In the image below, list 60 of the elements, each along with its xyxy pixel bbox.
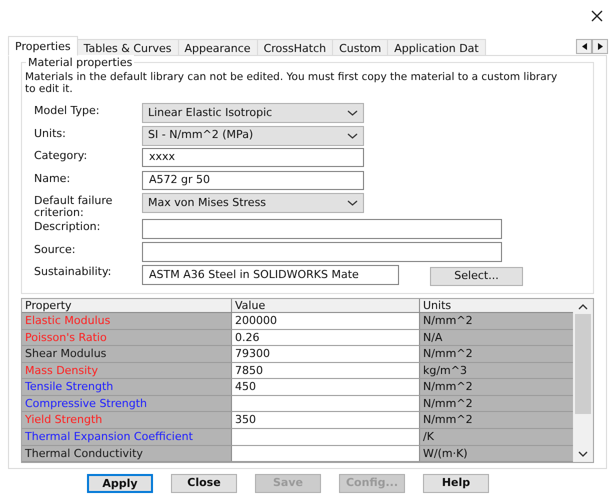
property-name: Shear Modulus xyxy=(25,347,106,360)
tab[interactable]: Appearance xyxy=(178,39,258,56)
group-title: Material properties xyxy=(26,55,134,72)
tab[interactable]: Properties xyxy=(8,36,78,56)
scroll-up-icon[interactable] xyxy=(578,304,588,310)
units-cell: W/(m·K) xyxy=(420,446,573,462)
chevron-down-icon xyxy=(347,110,358,116)
dialog-button[interactable]: Close xyxy=(171,474,237,493)
field-label: Name: xyxy=(34,172,72,184)
property-name: Elastic Modulus xyxy=(25,314,110,327)
text-field[interactable]: ASTM A36 Steel in SOLIDWORKS Mate xyxy=(142,265,399,285)
property-name: Tensile Strength xyxy=(25,380,114,394)
units-cell: N/mm^2 xyxy=(420,313,573,329)
scroll-left-button[interactable] xyxy=(576,39,592,54)
close-icon[interactable] xyxy=(591,10,603,22)
note-text: Materials in the default library can not be edited. You must first copy the material to a custom library to edit it. xyxy=(25,71,558,95)
field-label: Model Type: xyxy=(34,105,100,117)
dropdown[interactable]: SI - N/mm^2 (MPa) xyxy=(142,126,364,146)
tab[interactable]: Application Dat xyxy=(388,39,486,56)
text-field[interactable]: xxxx xyxy=(142,148,364,167)
tab[interactable]: Tables & Curves xyxy=(78,39,179,56)
property-name: Thermal Expansion Coefficient xyxy=(25,430,193,443)
text-field[interactable] xyxy=(142,242,502,262)
property-name: Thermal Conductivity xyxy=(25,446,143,460)
units-cell: N/mm^2 xyxy=(420,396,573,412)
dropdown[interactable]: Max von Mises Stress xyxy=(142,193,364,213)
dialog-button[interactable]: Apply xyxy=(87,474,153,493)
select-button[interactable]: Select... xyxy=(430,267,523,286)
units-cell: kg/m^3 xyxy=(420,362,573,378)
chevron-down-icon xyxy=(347,200,358,206)
field-label: Default failure criterion: xyxy=(34,195,114,219)
tab[interactable]: Custom xyxy=(333,39,388,56)
triangle-right-icon xyxy=(598,43,602,50)
units-cell: N/mm^2 xyxy=(420,346,573,362)
column-header[interactable]: Units xyxy=(420,299,573,312)
tab[interactable]: CrossHatch xyxy=(258,39,334,56)
column-header[interactable]: Value xyxy=(232,299,420,312)
field-label: Category: xyxy=(34,150,88,162)
dropdown[interactable]: Linear Elastic Isotropic xyxy=(142,103,364,123)
text-field[interactable] xyxy=(142,219,502,239)
field-label: Sustainability: xyxy=(34,266,112,278)
field-label: Source: xyxy=(34,244,76,256)
units-cell: N/mm^2 xyxy=(420,412,573,428)
column-header[interactable]: Property xyxy=(22,299,232,312)
scroll-right-button[interactable] xyxy=(592,39,608,54)
triangle-left-icon xyxy=(582,43,586,50)
units-cell: N/mm^2 xyxy=(420,379,573,395)
field-label: Description: xyxy=(34,221,102,233)
text-field[interactable]: A572 gr 50 xyxy=(142,170,364,190)
units-cell: /K xyxy=(420,428,573,444)
property-name: Mass Density xyxy=(25,364,98,377)
property-name: Yield Strength xyxy=(25,413,102,426)
field-label: Units: xyxy=(34,128,67,140)
property-name: Compressive Strength xyxy=(25,396,148,410)
scroll-down-icon[interactable] xyxy=(578,451,588,457)
dialog-button[interactable]: Help xyxy=(423,474,489,493)
units-cell: N/A xyxy=(420,330,573,346)
chevron-down-icon xyxy=(347,132,358,138)
scrollbar[interactable] xyxy=(573,299,593,462)
property-name: Poisson's Ratio xyxy=(25,330,107,344)
